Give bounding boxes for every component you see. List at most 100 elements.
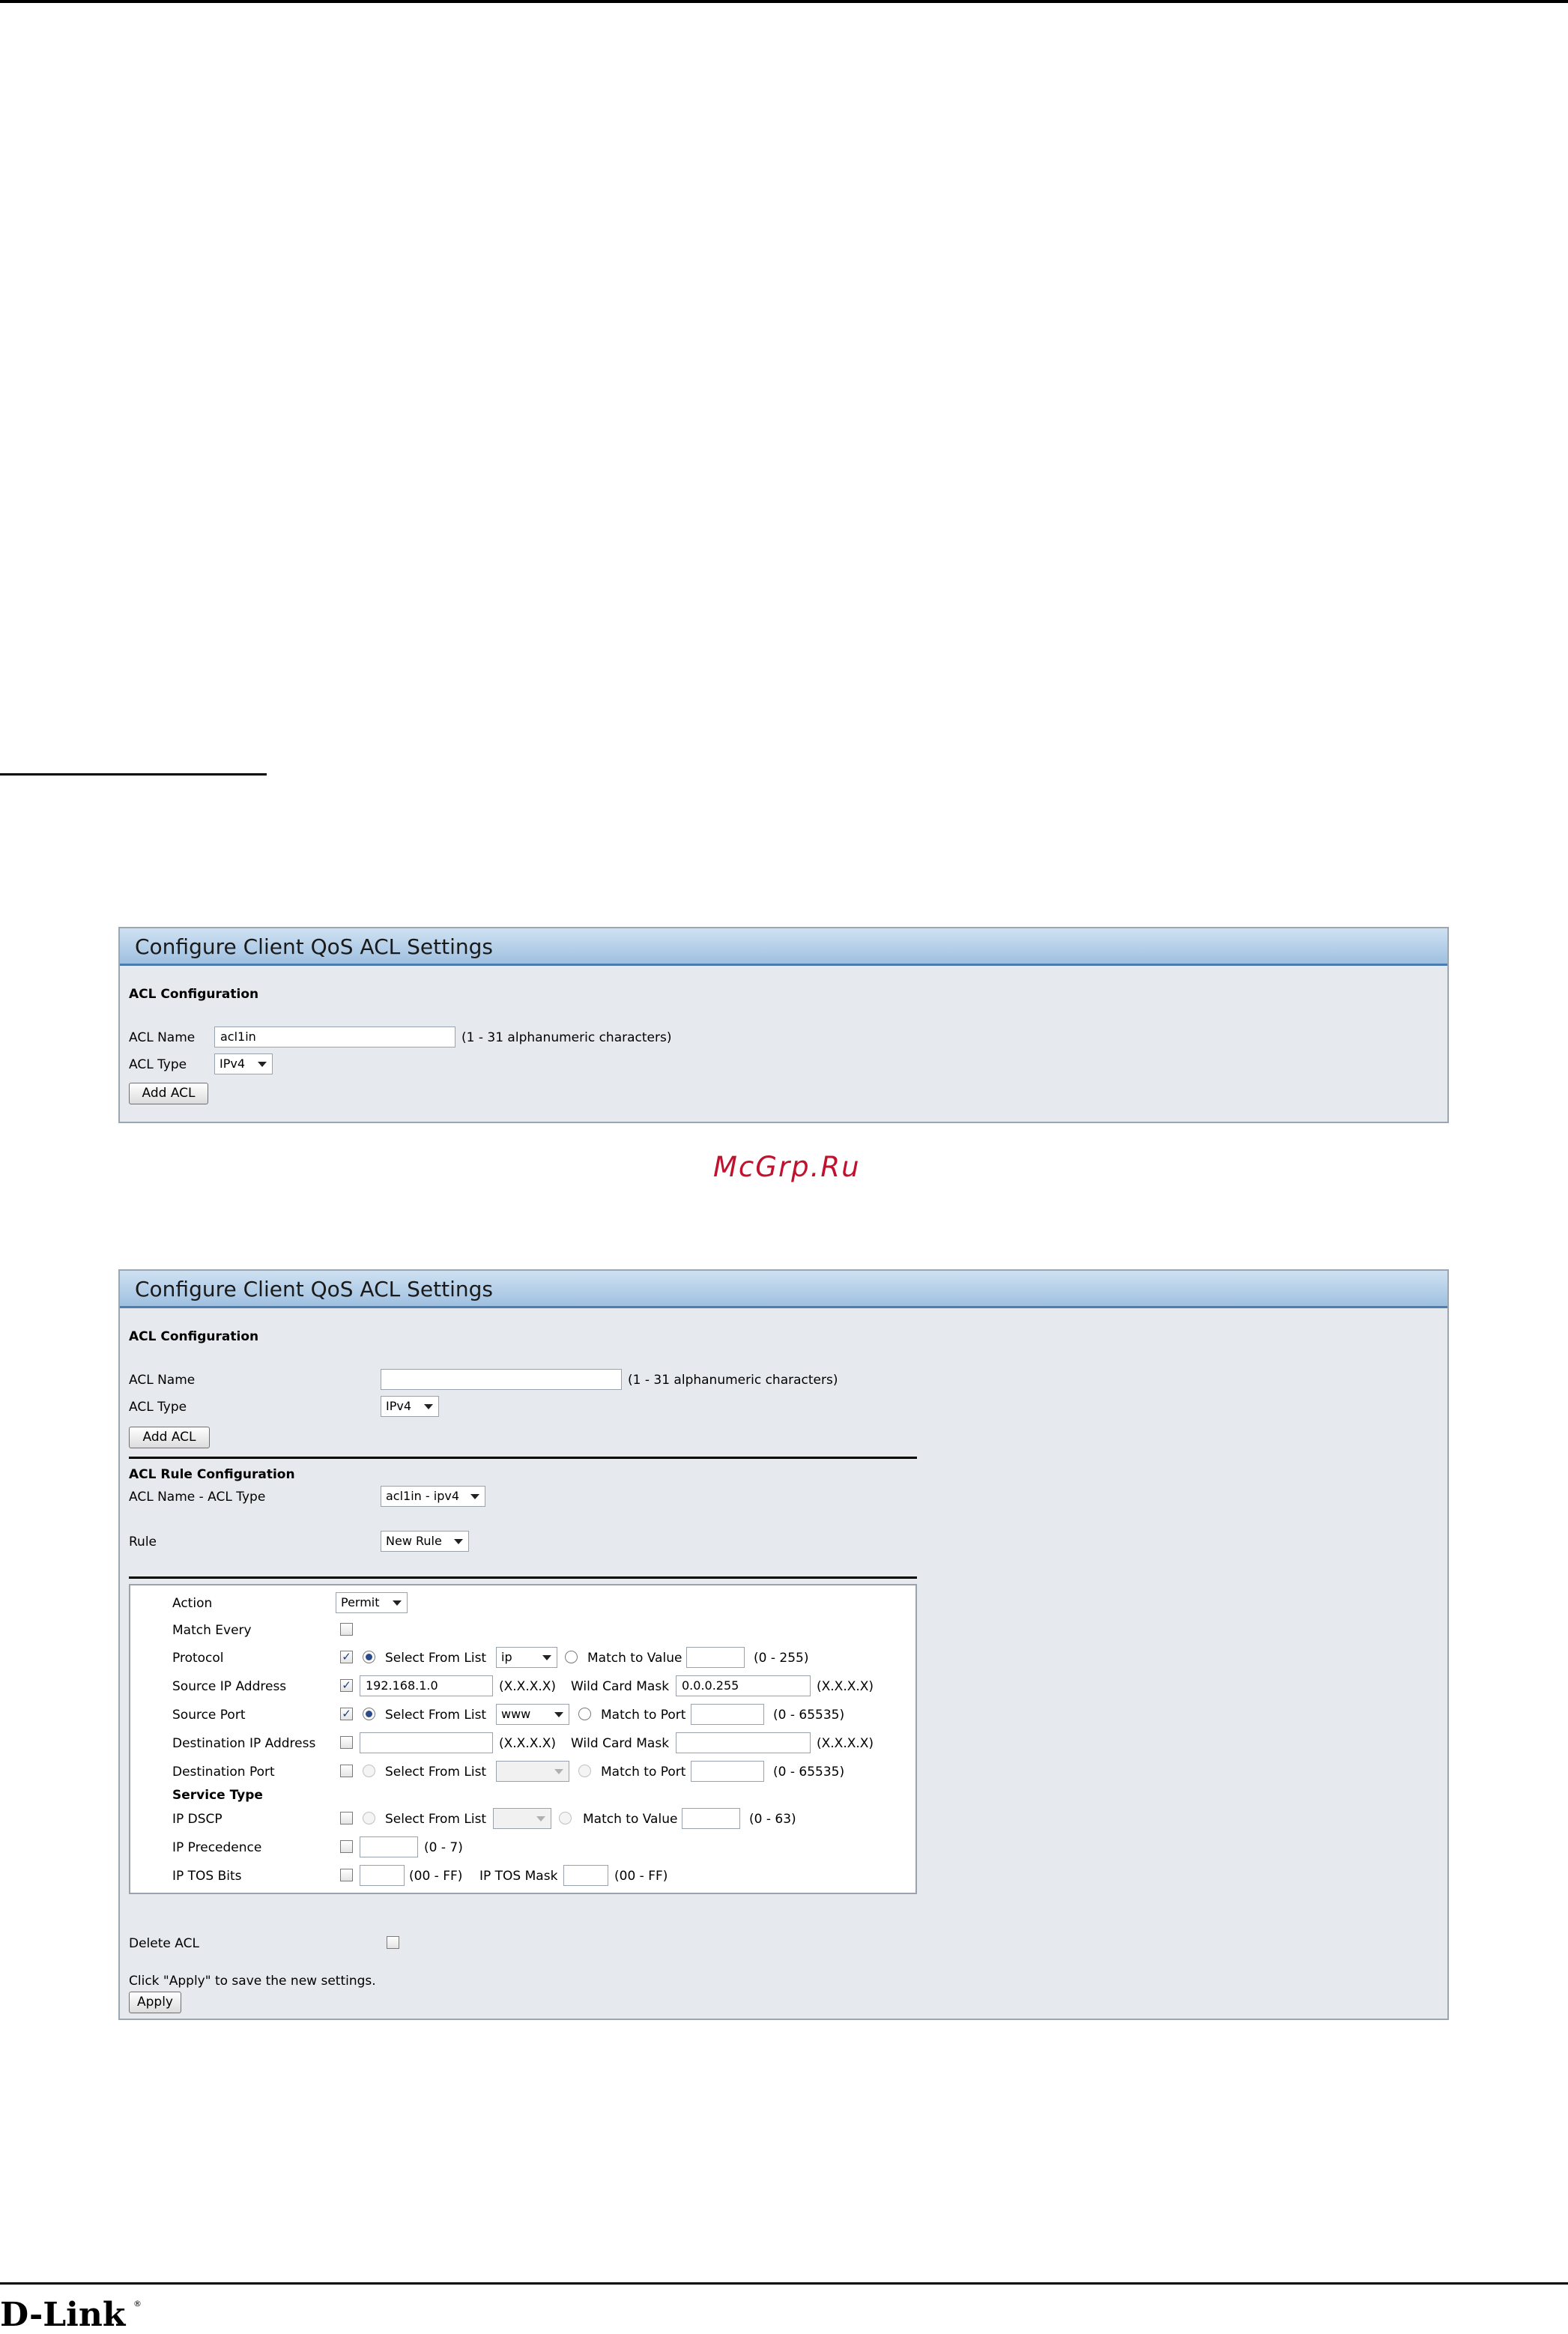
source-wildcard-format-hint: (X.X.X.X) <box>817 1679 874 1694</box>
protocol-select-from-list-radio[interactable] <box>363 1651 375 1663</box>
source-ip-label: Source IP Address <box>172 1679 287 1694</box>
ip-dscp-list-select[interactable] <box>493 1808 551 1829</box>
chevron-down-icon <box>454 1539 463 1544</box>
action-label: Action <box>172 1596 213 1611</box>
protocol-select-from-list-label: Select From List <box>385 1651 487 1666</box>
acl-settings-panel-2: Configure Client QoS ACL Settings ACL Co… <box>118 1269 1449 2020</box>
destination-ip-label: Destination IP Address <box>172 1736 316 1751</box>
destination-ip-checkbox[interactable] <box>340 1736 353 1749</box>
acl-type-select[interactable]: IPv4 <box>381 1396 439 1417</box>
source-port-list-select[interactable]: www <box>496 1704 569 1725</box>
rule-value: New Rule <box>386 1534 442 1548</box>
source-port-label: Source Port <box>172 1708 246 1723</box>
ip-dscp-match-to-value-label: Match to Value <box>583 1812 678 1827</box>
destination-wildcard-format-hint: (X.X.X.X) <box>817 1736 874 1751</box>
section-acl-configuration: ACL Configuration <box>129 987 259 1002</box>
panel-title: Configure Client QoS ACL Settings <box>120 928 1447 966</box>
action-value: Permit <box>341 1595 380 1609</box>
top-border-line <box>0 0 1568 3</box>
destination-wildcard-label: Wild Card Mask <box>571 1736 670 1751</box>
ip-dscp-checkbox[interactable] <box>340 1812 353 1824</box>
ip-dscp-select-from-list-radio[interactable] <box>363 1812 375 1824</box>
chevron-down-icon <box>542 1655 551 1660</box>
add-acl-button[interactable]: Add ACL <box>129 1083 208 1104</box>
source-port-match-to-port-label: Match to Port <box>601 1708 686 1723</box>
acl-type-label: ACL Type <box>129 1400 187 1415</box>
ip-dscp-range-hint: (0 - 63) <box>749 1812 796 1827</box>
source-port-range-hint: (0 - 65535) <box>773 1708 845 1723</box>
protocol-range-hint: (0 - 255) <box>754 1651 809 1666</box>
ip-dscp-match-to-value-radio[interactable] <box>559 1812 572 1824</box>
source-port-value-input[interactable] <box>691 1704 764 1725</box>
service-type-heading: Service Type <box>172 1788 263 1803</box>
match-every-checkbox[interactable] <box>340 1623 353 1636</box>
destination-port-value-input[interactable] <box>691 1761 764 1782</box>
destination-ip-input[interactable] <box>360 1732 493 1753</box>
chevron-down-icon <box>393 1600 402 1606</box>
rule-select[interactable]: New Rule <box>381 1531 469 1552</box>
acl-name-type-select[interactable]: acl1in - ipv4 <box>381 1486 485 1507</box>
acl-name-type-label: ACL Name - ACL Type <box>129 1490 266 1505</box>
protocol-list-value: ip <box>501 1650 512 1664</box>
acl-settings-panel-1: Configure Client QoS ACL Settings ACL Co… <box>118 927 1449 1123</box>
ip-tos-bits-checkbox[interactable] <box>340 1869 353 1881</box>
apply-button[interactable]: Apply <box>129 1992 181 2013</box>
protocol-value-input[interactable] <box>686 1647 745 1668</box>
acl-type-select[interactable]: IPv4 <box>214 1053 273 1074</box>
destination-port-checkbox[interactable] <box>340 1765 353 1777</box>
destination-port-select-from-list-radio[interactable] <box>363 1765 375 1777</box>
source-wildcard-input[interactable]: 0.0.0.255 <box>676 1675 811 1696</box>
ip-tos-bits-input[interactable] <box>360 1865 405 1886</box>
acl-name-input[interactable]: acl1in <box>214 1027 455 1047</box>
acl-name-hint: (1 - 31 alphanumeric characters) <box>628 1373 838 1388</box>
match-every-label: Match Every <box>172 1623 252 1638</box>
source-port-match-to-port-radio[interactable] <box>578 1708 591 1720</box>
source-wildcard-label: Wild Card Mask <box>571 1679 670 1694</box>
chevron-down-icon <box>536 1816 545 1821</box>
destination-port-list-select[interactable] <box>496 1761 569 1782</box>
add-acl-button[interactable]: Add ACL <box>129 1427 210 1448</box>
ip-precedence-checkbox[interactable] <box>340 1840 353 1853</box>
apply-hint: Click "Apply" to save the new settings. <box>129 1974 376 1989</box>
ip-tos-bits-label: IP TOS Bits <box>172 1869 242 1884</box>
rule-details-box: Action Permit Match Every Protocol Selec… <box>129 1584 917 1894</box>
ip-precedence-label: IP Precedence <box>172 1840 262 1855</box>
protocol-match-to-value-radio[interactable] <box>565 1651 578 1663</box>
section-divider <box>129 1576 917 1579</box>
source-ip-format-hint: (X.X.X.X) <box>499 1679 557 1694</box>
ip-tos-mask-input[interactable] <box>563 1865 608 1886</box>
ip-dscp-select-from-list-label: Select From List <box>385 1812 487 1827</box>
protocol-match-to-value-label: Match to Value <box>587 1651 682 1666</box>
source-port-select-from-list-radio[interactable] <box>363 1708 375 1720</box>
acl-type-value: IPv4 <box>220 1056 246 1071</box>
chevron-down-icon <box>554 1769 563 1774</box>
chevron-down-icon <box>258 1062 267 1067</box>
ip-tos-bits-range-hint: (00 - FF) <box>409 1869 463 1884</box>
destination-port-select-from-list-label: Select From List <box>385 1765 487 1780</box>
source-ip-checkbox[interactable] <box>340 1679 353 1692</box>
registered-mark: ® <box>133 2299 142 2309</box>
ip-precedence-input[interactable] <box>360 1836 418 1857</box>
source-ip-input[interactable]: 192.168.1.0 <box>360 1675 493 1696</box>
protocol-list-select[interactable]: ip <box>496 1647 557 1668</box>
acl-type-value: IPv4 <box>386 1399 412 1413</box>
protocol-label: Protocol <box>172 1651 224 1666</box>
delete-acl-checkbox[interactable] <box>387 1936 399 1949</box>
destination-ip-format-hint: (X.X.X.X) <box>499 1736 557 1751</box>
acl-name-hint: (1 - 31 alphanumeric characters) <box>461 1030 672 1045</box>
ip-precedence-range-hint: (0 - 7) <box>424 1840 463 1855</box>
ip-dscp-value-input[interactable] <box>682 1808 740 1829</box>
section-acl-rule-configuration: ACL Rule Configuration <box>129 1467 295 1482</box>
destination-wildcard-input[interactable] <box>676 1732 811 1753</box>
protocol-checkbox[interactable] <box>340 1651 353 1663</box>
acl-name-input[interactable] <box>381 1369 622 1390</box>
dlink-logo: D-Link <box>0 2296 126 2334</box>
chevron-down-icon <box>424 1404 433 1409</box>
destination-port-match-to-port-radio[interactable] <box>578 1765 591 1777</box>
source-port-checkbox[interactable] <box>340 1708 353 1720</box>
action-select[interactable]: Permit <box>336 1592 408 1613</box>
destination-port-match-to-port-label: Match to Port <box>601 1765 686 1780</box>
section-acl-configuration: ACL Configuration <box>129 1329 259 1344</box>
destination-port-range-hint: (0 - 65535) <box>773 1765 845 1780</box>
rule-label: Rule <box>129 1535 157 1550</box>
